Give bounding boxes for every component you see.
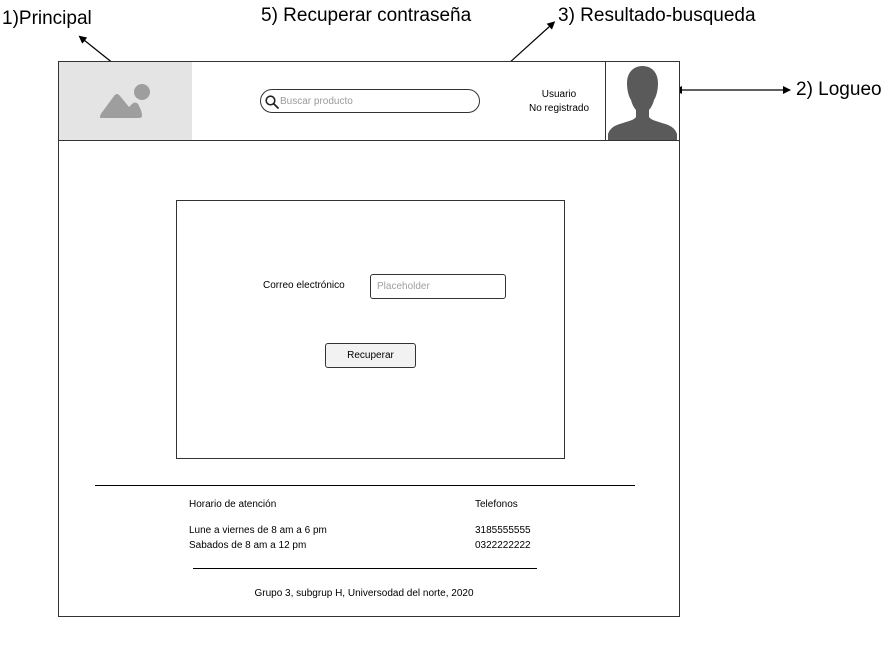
hours-saturday: Sabados de 8 am a 12 pm [189, 540, 307, 551]
phones-title: Telefonos [475, 499, 518, 510]
footer-divider-bottom [193, 568, 537, 569]
email-field[interactable] [370, 274, 506, 299]
hours-weekdays: Lune a viernes de 8 am a 6 pm [189, 525, 327, 536]
user-status: Usuario No registrado [514, 88, 604, 116]
wireframe-canvas: 1)Principal 5) Recuperar contraseña 3) R… [0, 0, 892, 650]
user-status-line2: No registrado [528, 103, 590, 114]
hours-title: Horario de atención [189, 499, 277, 510]
search-icon[interactable] [264, 94, 280, 110]
user-silhouette-icon [608, 66, 677, 140]
annotation-principal: 1)Principal [2, 8, 92, 29]
annotation-logueo: 2) Logueo [796, 79, 882, 100]
email-label: Correo electrónico [263, 280, 345, 291]
search-bar[interactable] [260, 89, 480, 113]
image-placeholder-icon [100, 84, 150, 118]
footer-divider-top [95, 485, 635, 486]
copyright: Grupo 3, subgrup H, Universodad del nort… [254, 588, 474, 599]
search-input[interactable] [280, 92, 472, 110]
phone-number-2: 0322222222 [475, 540, 531, 551]
annotation-resultado-busqueda: 3) Resultado-busqueda [558, 5, 756, 26]
login-avatar-button[interactable] [605, 62, 679, 140]
password-recovery-form: Correo electrónico Recuperar [176, 200, 565, 459]
annotation-recuperar-contrasena: 5) Recuperar contraseña [261, 5, 472, 26]
phone-number-1: 3185555555 [475, 525, 531, 536]
recover-button[interactable]: Recuperar [325, 343, 416, 368]
header: Usuario No registrado [59, 62, 679, 141]
user-status-line1: Usuario [541, 89, 577, 100]
logo-link[interactable] [59, 62, 192, 140]
page-frame: Usuario No registrado Correo electrónico… [58, 61, 680, 617]
